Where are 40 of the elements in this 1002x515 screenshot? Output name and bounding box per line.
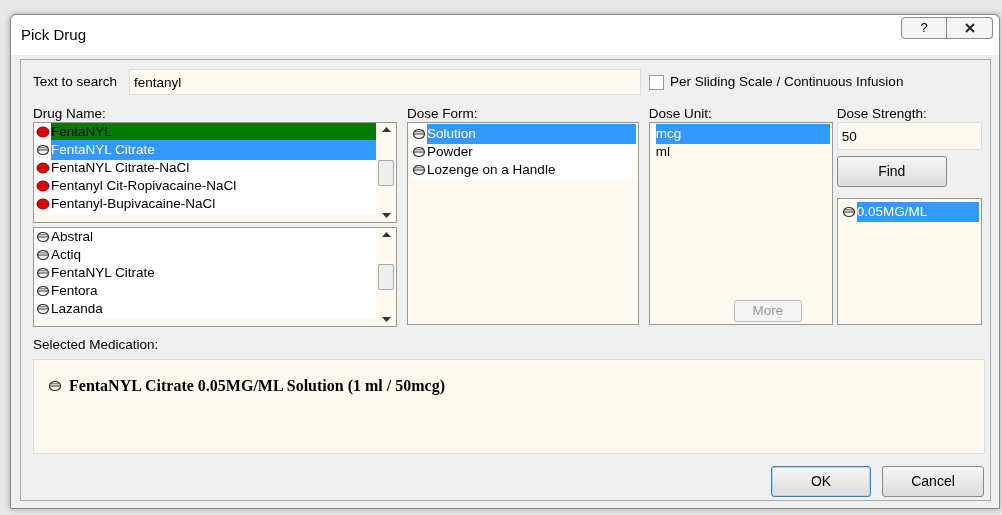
dose-unit-label: Dose Unit:	[648, 105, 713, 122]
pill-icon	[36, 303, 50, 315]
window-title: Pick Drug	[21, 24, 87, 45]
pill-icon	[412, 146, 427, 158]
drug-name-item[interactable]: FentaNYL	[51, 123, 377, 143]
dose-strength-field[interactable]: 50	[836, 122, 982, 150]
down-arrow-icon[interactable]	[381, 213, 391, 218]
search-field[interactable]: fentanyl	[129, 69, 641, 95]
filled-pill-icon	[36, 162, 50, 174]
checkbox-label: Per Sliding Scale / Continuous Infusion	[670, 72, 904, 91]
pill-icon	[412, 128, 427, 140]
drug-name-label: Drug Name:	[33, 105, 107, 122]
pill-icon	[36, 249, 50, 261]
pill-icon	[841, 206, 856, 218]
dose-form-label: Dose Form:	[407, 105, 479, 122]
pill-icon	[48, 380, 62, 392]
pill-icon	[412, 164, 427, 176]
dose-strength-label: Dose Strength:	[836, 105, 928, 122]
up-arrow-icon[interactable]	[381, 127, 391, 132]
checkbox[interactable]	[649, 74, 664, 90]
pill-icon	[36, 285, 50, 297]
cancel-button[interactable]: Cancel	[882, 466, 984, 497]
find-button[interactable]: Find	[836, 156, 947, 187]
filled-pill-icon	[36, 198, 50, 210]
ok-button[interactable]: OK	[771, 466, 871, 497]
search-label: Text to search	[33, 72, 119, 91]
filled-pill-icon	[36, 180, 50, 192]
close-icon	[964, 23, 975, 33]
selected-medication-text: FentaNYL Citrate 0.05MG/ML Solution (1 ml / 50mcg)	[69, 376, 445, 397]
pill-icon	[36, 144, 50, 156]
scrollbar-thumb[interactable]	[378, 159, 395, 186]
selected-medication-label: Selected Medication:	[33, 336, 160, 353]
close-button[interactable]	[947, 17, 993, 39]
scrollbar-thumb[interactable]	[378, 264, 395, 290]
filled-pill-icon	[36, 126, 50, 138]
up-arrow-icon[interactable]	[381, 232, 391, 237]
pill-icon	[36, 231, 50, 243]
down-arrow-icon[interactable]	[381, 317, 391, 322]
help-button[interactable]: ?	[901, 17, 947, 39]
pill-icon	[36, 267, 50, 279]
